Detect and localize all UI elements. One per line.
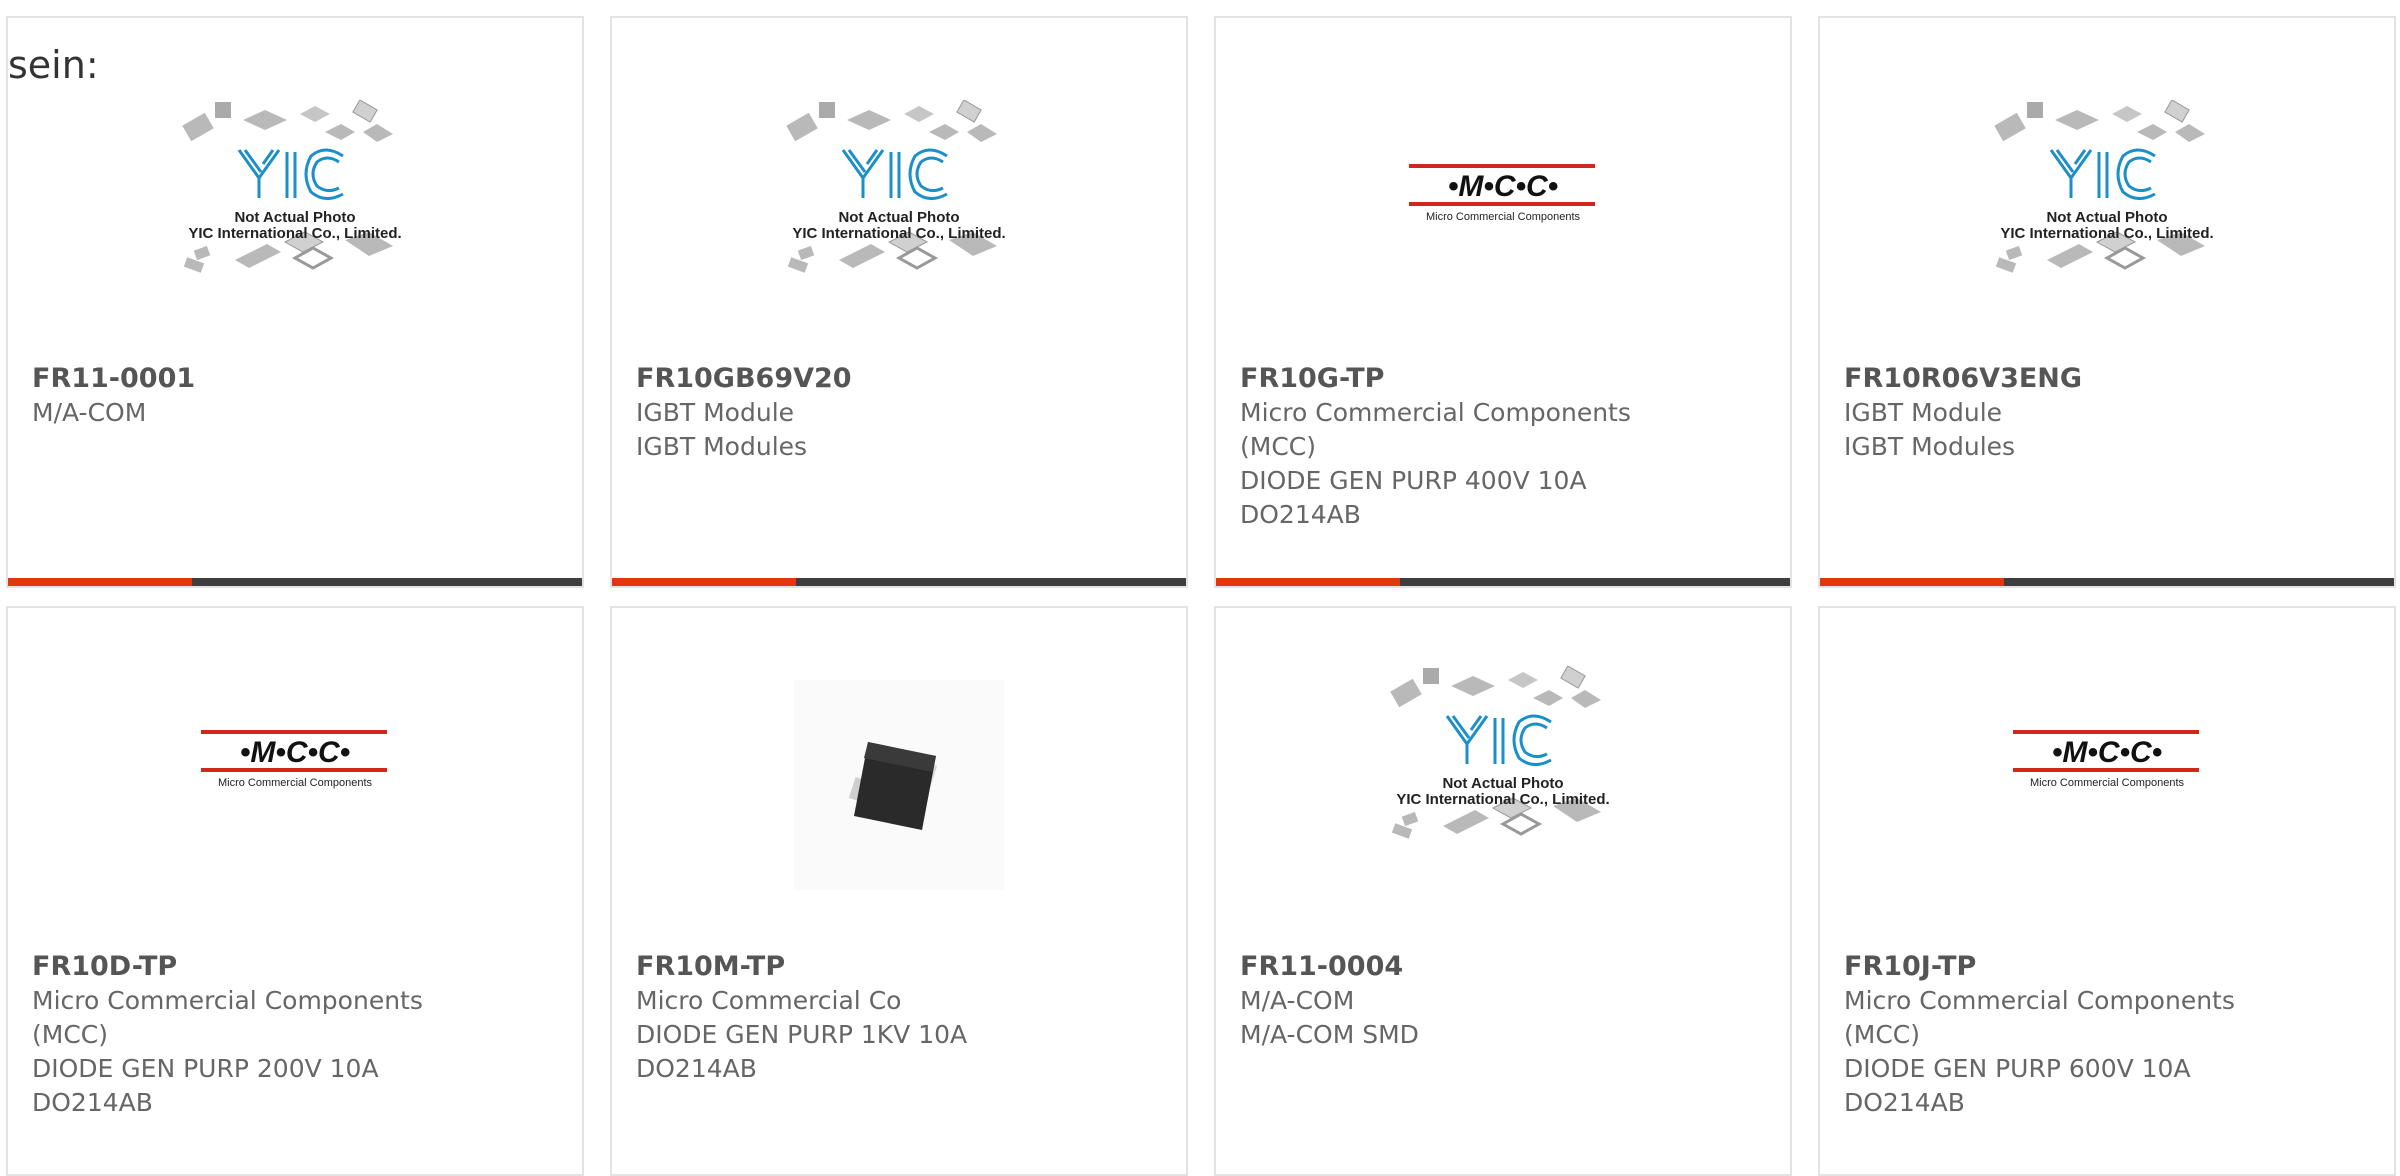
placeholder-caption: Not Actual Photo — [234, 209, 355, 226]
product-image[interactable]: Not Actual Photo YIC International Co., L… — [1216, 666, 1790, 926]
card-accent-bar — [1216, 578, 1400, 586]
card-accent-bar — [1820, 578, 2004, 586]
svg-text:•M•C•C•: •M•C•C• — [240, 736, 350, 769]
page-text-fragment: sein: — [8, 43, 99, 87]
card-bottom-bar — [612, 578, 1186, 586]
part-number[interactable]: FR10M-TP — [636, 950, 1166, 984]
product-info: FR10M-TP Micro Commercial Co DIODE GEN PUR… — [636, 950, 1166, 1086]
part-number[interactable]: FR11-0004 — [1240, 950, 1770, 984]
manufacturer: Micro Commercial Components (MCC) — [1240, 398, 1631, 461]
svg-text:•M•C•C•: •M•C•C• — [1448, 170, 1558, 203]
product-card[interactable]: •M•C•C• Micro Commercial Components FR10… — [1818, 606, 2396, 1176]
placeholder-company: YIC International Co., Limited. — [792, 225, 1005, 242]
placeholder-caption: Not Actual Photo — [2046, 209, 2167, 226]
product-card[interactable]: Not Actual Photo YIC International Co., L… — [6, 16, 584, 588]
placeholder-company: YIC International Co., Limited. — [2000, 225, 2213, 242]
part-number[interactable]: FR11-0001 — [32, 362, 562, 396]
manufacturer: IGBT Module — [636, 398, 795, 427]
manufacturer: Micro Commercial Co — [636, 986, 902, 1015]
product-info: FR11-0004 M/A-COM M/A-COM SMD — [1240, 950, 1770, 1052]
product-image[interactable]: •M•C•C• Micro Commercial Components — [8, 666, 582, 926]
manufacturer: IGBT Module — [1844, 398, 2003, 427]
placeholder-caption: Not Actual Photo — [838, 209, 959, 226]
placeholder-caption: Not Actual Photo — [1442, 775, 1563, 792]
product-info: FR10GB69V20 IGBT Module IGBT Modules — [636, 362, 1166, 464]
product-info: FR10D-TP Micro Commercial Components (MCC… — [32, 950, 562, 1120]
placeholder-company: YIC International Co., Limited. — [188, 225, 401, 242]
description: DIODE GEN PURP 1KV 10A DO214AB — [636, 1020, 968, 1083]
product-image[interactable]: Not Actual Photo YIC International Co., L… — [8, 100, 582, 360]
product-info: FR10G-TP Micro Commercial Components (MCC… — [1240, 362, 1770, 532]
description: M/A-COM SMD — [1240, 1020, 1419, 1049]
product-info: FR11-0001 M/A-COM — [32, 362, 562, 430]
part-number[interactable]: FR10J-TP — [1844, 950, 2374, 984]
svg-text:Micro Commercial Components: Micro Commercial Components — [218, 777, 373, 789]
product-image[interactable]: Not Actual Photo YIC International Co., L… — [1820, 100, 2394, 360]
product-image[interactable]: Not Actual Photo YIC International Co., L… — [612, 100, 1186, 360]
product-info: FR10R06V3ENG IGBT Module IGBT Modules — [1844, 362, 2374, 464]
placeholder-company: YIC International Co., Limited. — [1396, 791, 1609, 808]
svg-text:Micro Commercial Components: Micro Commercial Components — [2030, 777, 2185, 789]
product-card[interactable]: Not Actual Photo YIC International Co., L… — [1818, 16, 2396, 588]
svg-text:•M•C•C•: •M•C•C• — [2052, 736, 2162, 769]
description: IGBT Modules — [1844, 432, 2016, 461]
card-bottom-bar — [1820, 578, 2394, 586]
description: DIODE GEN PURP 400V 10A DO214AB — [1240, 466, 1587, 529]
product-image[interactable]: •M•C•C• Micro Commercial Components — [1216, 100, 1790, 360]
manufacturer: M/A-COM — [32, 398, 147, 427]
part-number[interactable]: FR10G-TP — [1240, 362, 1770, 396]
product-card[interactable]: •M•C•C• Micro Commercial Components FR10… — [1214, 16, 1792, 588]
product-card[interactable]: FR10M-TP Micro Commercial Co DIODE GEN PUR… — [610, 606, 1188, 1176]
card-accent-bar — [8, 578, 192, 586]
manufacturer: M/A-COM — [1240, 986, 1355, 1015]
description: DIODE GEN PURP 200V 10A DO214AB — [32, 1054, 379, 1117]
manufacturer: Micro Commercial Components (MCC) — [32, 986, 423, 1049]
product-image[interactable]: •M•C•C• Micro Commercial Components — [1820, 666, 2394, 926]
product-image[interactable] — [612, 666, 1186, 926]
product-info: FR10J-TP Micro Commercial Components (MCC… — [1844, 950, 2374, 1120]
product-card[interactable]: •M•C•C• Micro Commercial Components FR10… — [6, 606, 584, 1176]
card-accent-bar — [612, 578, 796, 586]
product-card[interactable]: Not Actual Photo YIC International Co., L… — [610, 16, 1188, 588]
card-bottom-bar — [8, 578, 582, 586]
card-bottom-bar — [1216, 578, 1790, 586]
manufacturer: Micro Commercial Components (MCC) — [1844, 986, 2235, 1049]
description: DIODE GEN PURP 600V 10A DO214AB — [1844, 1054, 2191, 1117]
part-number[interactable]: FR10D-TP — [32, 950, 562, 984]
svg-text:Micro Commercial Components: Micro Commercial Components — [1426, 211, 1581, 223]
description: IGBT Modules — [636, 432, 808, 461]
part-number[interactable]: FR10R06V3ENG — [1844, 362, 2374, 396]
product-card[interactable]: Not Actual Photo YIC International Co., L… — [1214, 606, 1792, 1176]
part-number[interactable]: FR10GB69V20 — [636, 362, 1166, 396]
